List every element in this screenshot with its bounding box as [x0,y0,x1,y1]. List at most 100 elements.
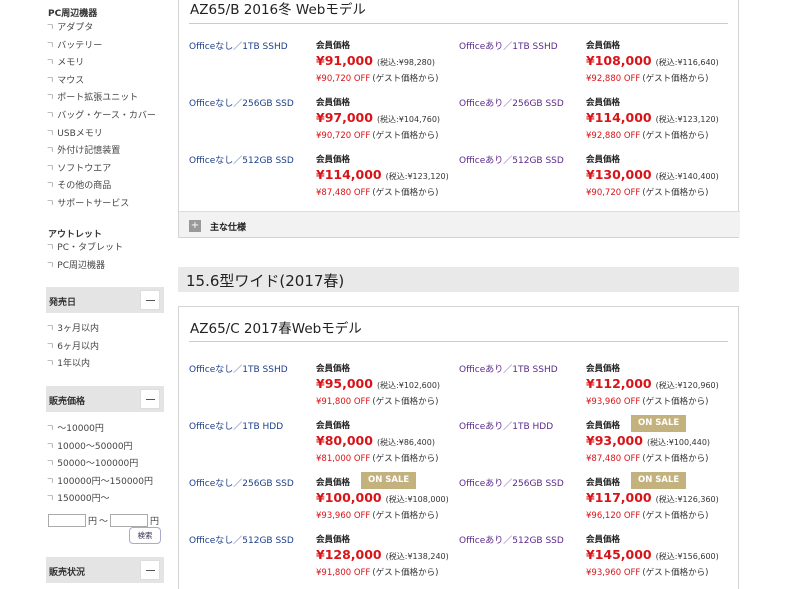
sidebar-link[interactable]: ㄱ 50000～100000円 [46,456,153,474]
sidebar-link[interactable]: ㄱ 6ヶ月以内 [46,339,99,357]
sidebar-link-label: PC・タブレット [57,243,123,253]
corner-bracket-icon: ㄱ [46,494,55,505]
sidebar-link[interactable]: ㄱアダプタ [46,20,156,38]
sidebar-link-label: 外付け記憶装置 [57,146,121,157]
tax-included-price: (税込:¥156,600) [655,552,719,561]
price: ¥128,000 (税込:¥138,240) [316,547,449,562]
member-price-text: 会員価格 [316,535,351,545]
sidebar-link-label: 50000～100000円 [57,459,139,470]
sidebar-link[interactable]: ㄱ PC周辺機器 [46,258,123,276]
price: ¥95,000 (税込:¥102,600) [316,376,440,391]
product-config-link[interactable]: Officeあり／1TB SSHD [459,362,558,375]
corner-bracket-icon: ㄱ [46,181,55,192]
guest-note: (ゲスト価格から) [372,74,439,84]
sidebar-link[interactable]: ㄱサポートサービス [46,196,156,214]
product-config-link[interactable]: Officeなし／1TB SSHD [189,362,288,375]
product-config-link[interactable]: Officeなし／1TB SSHD [189,39,288,52]
price-value: ¥93,000 [586,433,643,448]
tax-included-price: (税込:¥100,440) [646,438,711,447]
member-price-label: 会員価格 [586,362,719,374]
status-filter-header[interactable]: 販売状況 [46,557,164,583]
price-filter-header[interactable]: 販売価格 [46,386,164,412]
corner-bracket-icon: ㄱ [46,58,55,69]
sidebar-link-label: メモリ [57,58,85,69]
member-price-text: 会員価格 [316,364,351,374]
product-config-link[interactable]: Officeなし／256GB SSD [189,96,294,109]
release-filter-header[interactable]: 発売日 [46,287,164,313]
price-min-input[interactable] [48,514,86,527]
sidebar-link[interactable]: ㄱマウス [46,73,156,91]
on-sale-badge: ON SALE [631,472,687,489]
price-value: ¥95,000 [316,376,373,391]
product-config-link[interactable]: Officeあり／256GB SSD [459,476,564,489]
member-price-text: 会員価格 [316,98,351,108]
tax-included-price: (税込:¥120,960) [655,381,719,390]
sidebar-link[interactable]: ㄱ 1年以内 [46,356,99,374]
discount-value: ¥93,960 OFF [586,568,641,578]
sidebar-link[interactable]: ㄱ PC・タブレット [46,240,123,258]
collapse-minus-icon[interactable] [140,560,160,580]
price-value: ¥114,000 [316,167,382,182]
product-config-link[interactable]: Officeあり／256GB SSD [459,96,564,109]
price-block: 会員価格 ¥114,000 (税込:¥123,120) ¥92,880 OFF (ゲスト… [586,96,719,141]
sidebar-link[interactable]: ㄱバッグ・ケース・カバー [46,108,156,126]
outlet-heading: アウトレット [48,230,103,240]
price-block: 会員価格 ON SALE ¥93,000 (税込:¥100,440) ¥87,480 O… [586,415,710,464]
on-sale-badge: ON SALE [361,472,417,489]
corner-bracket-icon: ㄱ [46,424,55,434]
model-title: AZ65/C 2017春Webモデル [190,321,362,337]
collapse-minus-icon[interactable] [140,389,160,409]
price-max-input[interactable] [110,514,149,527]
price-range: 円 ～ 円 [48,514,159,527]
product-config-link[interactable]: Officeあり／1TB SSHD [459,39,558,52]
tax-included-price: (税込:¥116,640) [655,58,719,67]
product-config-link[interactable]: Officeなし／1TB HDD [189,419,283,432]
guest-note: (ゲスト価格から) [642,74,709,84]
corner-bracket-icon: ㄱ [46,476,55,487]
sidebar-link[interactable]: ㄱ 10000～50000円 [46,439,153,457]
sidebar-link[interactable]: ㄱ USBメモリ [46,126,156,144]
member-price-label: 会員価格 ON SALE [586,472,719,489]
price: ¥114,000 (税込:¥123,120) [586,110,719,125]
sidebar-link-label: ソフトウエア [57,163,112,174]
sidebar-link-label: 3ヶ月以内 [57,324,100,334]
sidebar-link[interactable]: ㄱ外付け記憶装置 [46,143,156,161]
plus-icon: + [189,220,201,232]
peripherals-list: ㄱアダプタㄱバッテリーㄱメモリㄱマウスㄱポート拡張ユニットㄱバッグ・ケース・カバ… [46,20,156,214]
sidebar-link[interactable]: ㄱ 3ヶ月以内 [46,321,99,339]
product-config-link[interactable]: Officeなし／256GB SSD [189,476,294,489]
member-price-label: 会員価格 [316,362,440,374]
sidebar-link[interactable]: ㄱメモリ [46,55,156,73]
sidebar-link-label: 6ヶ月以内 [57,341,100,352]
guest-discount: ¥92,880 OFF (ゲスト価格から) [586,129,719,141]
sidebar-link[interactable]: ㄱポート拡張ユニット [46,90,156,108]
sidebar-link[interactable]: ㄱ～10000円 [46,421,153,439]
sidebar-link[interactable]: ㄱその他の商品 [46,178,156,196]
corner-bracket-icon: ㄱ [46,198,55,209]
sidebar-link[interactable]: ㄱ 100000円～150000円 [46,474,153,492]
price-value: ¥112,000 [586,376,652,391]
sidebar-link-label: バッテリー [57,40,103,51]
member-price-label: 会員価格 [316,96,440,108]
sidebar-link-label: 150000円～ [57,494,110,505]
product-config-link[interactable]: Officeあり／512GB SSD [459,533,564,546]
price-value: ¥97,000 [316,110,373,125]
sidebar-link[interactable]: ㄱバッテリー [46,38,156,56]
product-row: Officeなし／1TB SSHD 会員価格 ¥91,000 (税込:¥98,280)… [179,39,740,95]
product-config-link[interactable]: Officeあり／1TB HDD [459,419,553,432]
search-button[interactable]: 検索 [129,527,161,544]
price: ¥93,000 (税込:¥100,440) [586,433,710,448]
sidebar-link[interactable]: ㄱソフトウエア [46,161,156,179]
member-price-text: 会員価格 [586,364,621,374]
tax-included-price: (税込:¥86,400) [376,438,435,447]
collapse-minus-icon[interactable] [140,290,160,310]
product-config-link[interactable]: Officeあり／512GB SSD [459,153,564,166]
product-config-link[interactable]: Officeなし／512GB SSD [189,533,294,546]
member-price-label: 会員価格 [316,419,438,431]
spec-toggle[interactable]: + 主な仕様 [179,211,740,237]
price-value: ¥80,000 [316,433,373,448]
corner-bracket-icon: ㄱ [46,243,55,253]
sidebar-link[interactable]: ㄱ 150000円～ [46,491,153,509]
product-config-link[interactable]: Officeなし／512GB SSD [189,153,294,166]
model-card: AZ65/C 2017春Webモデル Officeなし／1TB SSHD 会員価格… [178,306,739,589]
